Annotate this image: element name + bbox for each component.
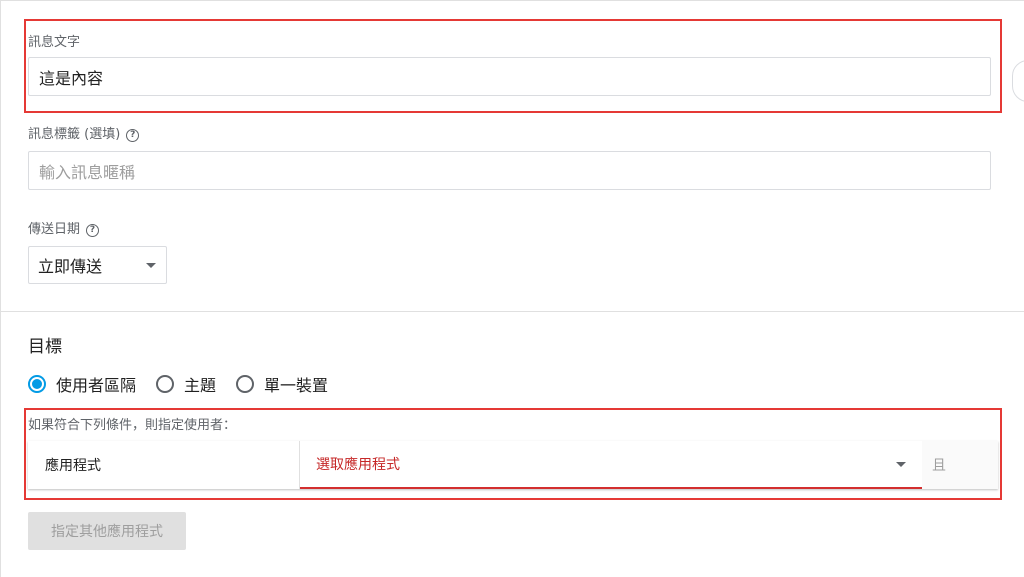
condition-highlight-box	[24, 408, 1002, 500]
radio-unselected-icon	[236, 375, 255, 393]
side-panel-handle[interactable]	[1012, 60, 1024, 102]
radio-label: 使用者區隔	[56, 376, 137, 395]
message-highlight-box	[24, 19, 1002, 113]
send-date-label: 傳送日期	[28, 222, 81, 237]
radio-single-device[interactable]: 單一裝置	[236, 372, 328, 396]
add-app-button[interactable]: 指定其他應用程式	[28, 512, 186, 550]
message-tag-label-wrap: 訊息標籤 (選填)?	[28, 123, 140, 142]
help-circle-icon[interactable]: ?	[86, 224, 100, 237]
send-date-value: 立即傳送	[38, 257, 103, 276]
message-tag-placeholder: 輸入訊息暱稱	[39, 162, 136, 182]
send-date-dropdown[interactable]: 立即傳送	[28, 246, 167, 284]
target-title: 目標	[28, 337, 62, 357]
radio-selected-icon	[28, 375, 46, 393]
section-divider	[0, 311, 1024, 312]
top-border	[0, 0, 1024, 1]
caret-down-icon	[146, 263, 156, 268]
radio-user-segment[interactable]: 使用者區隔	[28, 372, 136, 396]
send-date-label-wrap: 傳送日期?	[28, 218, 100, 237]
radio-label: 單一裝置	[264, 376, 329, 395]
target-radio-group: 使用者區隔 主題 單一裝置	[28, 372, 348, 396]
message-tag-input[interactable]: 輸入訊息暱稱	[28, 151, 991, 190]
radio-label: 主題	[184, 376, 217, 395]
radio-unselected-icon	[156, 375, 175, 393]
radio-topic[interactable]: 主題	[156, 372, 216, 396]
left-border	[0, 0, 1, 577]
help-circle-icon[interactable]: ?	[126, 129, 140, 142]
message-tag-label: 訊息標籤 (選填)	[28, 127, 121, 142]
